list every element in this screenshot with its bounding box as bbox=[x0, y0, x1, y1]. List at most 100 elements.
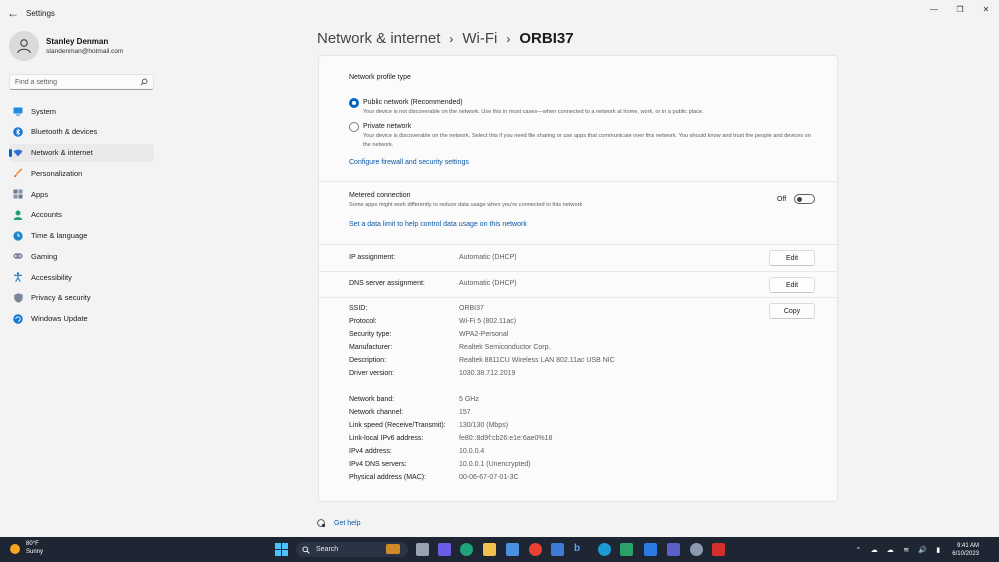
divider bbox=[319, 181, 837, 182]
minimize-icon[interactable]: — bbox=[921, 0, 947, 18]
onedrive-icon[interactable]: ☁ bbox=[882, 546, 898, 554]
clock[interactable]: 9:41 AM 6/10/2023 bbox=[952, 542, 979, 558]
search-highlight-icon bbox=[386, 544, 400, 554]
private-network-description: Your device is discoverable on the netwo… bbox=[363, 133, 811, 148]
settings-search-box[interactable] bbox=[9, 74, 154, 90]
sidebar-item-label: Privacy & security bbox=[31, 293, 91, 303]
sidebar-item-network[interactable]: Network & internet bbox=[9, 143, 154, 162]
configure-firewall-link[interactable]: Configure firewall and security settings bbox=[349, 159, 469, 166]
property-label: Manufacturer: bbox=[349, 344, 393, 351]
sidebar-item-label: Accessibility bbox=[31, 272, 72, 282]
sidebar-item-gaming[interactable]: Gaming bbox=[9, 247, 154, 265]
property-label: Description: bbox=[349, 357, 386, 364]
data-limit-link[interactable]: Set a data limit to help control data us… bbox=[349, 221, 527, 228]
wifi-icon bbox=[13, 148, 23, 158]
teams-icon[interactable] bbox=[667, 543, 680, 556]
sidebar-item-label: Bluetooth & devices bbox=[31, 127, 98, 137]
start-icon[interactable] bbox=[275, 543, 288, 556]
sidebar-item-label: Apps bbox=[31, 189, 49, 199]
metered-toggle[interactable] bbox=[794, 194, 815, 204]
chevron-up-icon[interactable]: ⌃ bbox=[850, 546, 866, 554]
breadcrumb-wifi[interactable]: Wi-Fi bbox=[462, 30, 497, 47]
divider bbox=[319, 244, 837, 245]
back-arrow-icon[interactable]: ← bbox=[0, 0, 26, 26]
search-input[interactable] bbox=[15, 78, 140, 86]
metered-toggle-state: Off bbox=[777, 196, 787, 203]
property-value: 10.0.0.1 (Unencrypted) bbox=[459, 461, 531, 468]
property-value: Realtek Semiconductor Corp. bbox=[459, 344, 551, 351]
maximize-icon[interactable]: ❐ bbox=[947, 0, 973, 18]
system-tray: ⌃ ☁ ☁ ≋ 🔊 ▮ 9:41 AM 6/10/2023 bbox=[850, 537, 999, 562]
task-view-icon[interactable] bbox=[416, 543, 429, 556]
property-value: ORBI37 bbox=[459, 305, 484, 312]
get-help-link[interactable]: Get help bbox=[317, 519, 360, 528]
user-profile[interactable]: Stanley Denman standenman@hotmail.com bbox=[9, 31, 123, 61]
volume-icon[interactable]: 🔊 bbox=[914, 546, 930, 554]
sidebar-item-label: Time & language bbox=[31, 231, 88, 240]
property-label: Physical address (MAC): bbox=[349, 474, 427, 481]
wifi-icon[interactable]: ≋ bbox=[898, 546, 914, 554]
store-icon[interactable] bbox=[506, 543, 519, 556]
property-value: 130/130 (Mbps) bbox=[459, 422, 509, 429]
private-network-radio[interactable] bbox=[349, 122, 359, 132]
metered-connection-label: Metered connection bbox=[349, 192, 411, 199]
property-value: 1030.38.712.2019 bbox=[459, 370, 516, 377]
chevron-right-icon: › bbox=[449, 31, 454, 46]
property-label: Driver version: bbox=[349, 370, 395, 377]
vscode-icon[interactable] bbox=[644, 543, 657, 556]
chrome-icon[interactable] bbox=[529, 543, 542, 556]
search-icon bbox=[140, 78, 148, 86]
clock-date: 6/10/2023 bbox=[952, 550, 979, 557]
weather-widget[interactable]: 80°F Sunny bbox=[10, 541, 43, 556]
file-explorer-icon[interactable] bbox=[483, 543, 496, 556]
sidebar-item-bluetooth[interactable]: Bluetooth & devices bbox=[9, 123, 154, 141]
breadcrumb-network[interactable]: Network & internet bbox=[317, 30, 440, 47]
sidebar-item-apps[interactable]: Apps bbox=[9, 185, 154, 203]
property-value: Realtek 8811CU Wireless LAN 802.11ac USB… bbox=[459, 357, 615, 364]
public-network-radio[interactable] bbox=[349, 98, 359, 108]
property-value: 157 bbox=[459, 409, 471, 416]
property-label: Protocol: bbox=[349, 318, 377, 325]
sidebar-item-label: Windows Update bbox=[31, 314, 88, 323]
public-network-label: Public network (Recommended) bbox=[363, 99, 463, 106]
sidebar-nav: System Bluetooth & devices Network & int… bbox=[9, 102, 154, 330]
ip-edit-button[interactable]: Edit bbox=[769, 250, 815, 266]
update-icon bbox=[13, 313, 23, 324]
edge-icon[interactable] bbox=[460, 543, 473, 556]
close-icon[interactable]: ✕ bbox=[973, 0, 999, 18]
metered-connection-description: Some apps might work differently to redu… bbox=[349, 202, 583, 208]
sidebar-item-accounts[interactable]: Accounts bbox=[9, 206, 154, 224]
property-label: SSID: bbox=[349, 305, 368, 312]
bing-icon[interactable]: b bbox=[574, 543, 587, 556]
battery-icon[interactable]: ▮ bbox=[930, 546, 946, 554]
bluetooth-icon bbox=[13, 126, 23, 137]
property-label: Network channel: bbox=[349, 409, 404, 416]
copy-properties-button[interactable]: Copy bbox=[769, 303, 815, 319]
sidebar-item-accessibility[interactable]: Accessibility bbox=[9, 268, 154, 286]
chat-icon[interactable] bbox=[438, 543, 451, 556]
ip-assignment-label: IP assignment: bbox=[349, 254, 396, 261]
taskbar: 80°F Sunny Search b ⌃ ☁ ☁ ≋ 🔊 ▮ 9:41 AM … bbox=[0, 537, 999, 562]
brush-icon bbox=[13, 168, 23, 178]
property-value: fe80::8d9f:cb26:e1e:6ae0%18 bbox=[459, 435, 553, 442]
dns-edit-button[interactable]: Edit bbox=[769, 277, 815, 293]
notepad-icon[interactable] bbox=[620, 543, 633, 556]
property-value: Wi-Fi 5 (802.11ac) bbox=[459, 318, 517, 325]
sidebar-item-label: Gaming bbox=[31, 251, 58, 261]
sidebar-item-system[interactable]: System bbox=[9, 102, 154, 120]
property-label: IPv4 DNS servers: bbox=[349, 461, 407, 468]
sidebar-item-time-language[interactable]: Time & language bbox=[9, 227, 154, 245]
user-email: standenman@hotmail.com bbox=[46, 48, 124, 55]
acrobat-icon[interactable] bbox=[712, 543, 725, 556]
cloud-icon[interactable]: ☁ bbox=[866, 546, 882, 554]
chevron-right-icon: › bbox=[506, 31, 511, 46]
sidebar-item-personalization[interactable]: Personalization bbox=[9, 164, 154, 182]
gamepad-icon bbox=[13, 251, 23, 261]
sidebar-item-privacy-security[interactable]: Privacy & security bbox=[9, 289, 154, 307]
skype-icon[interactable] bbox=[598, 543, 611, 556]
mail-icon[interactable] bbox=[551, 543, 564, 556]
user-name: Stanley Denman bbox=[46, 37, 109, 46]
sidebar-item-windows-update[interactable]: Windows Update bbox=[9, 310, 154, 328]
settings-icon[interactable] bbox=[690, 543, 703, 556]
help-chat-icon bbox=[317, 519, 326, 528]
